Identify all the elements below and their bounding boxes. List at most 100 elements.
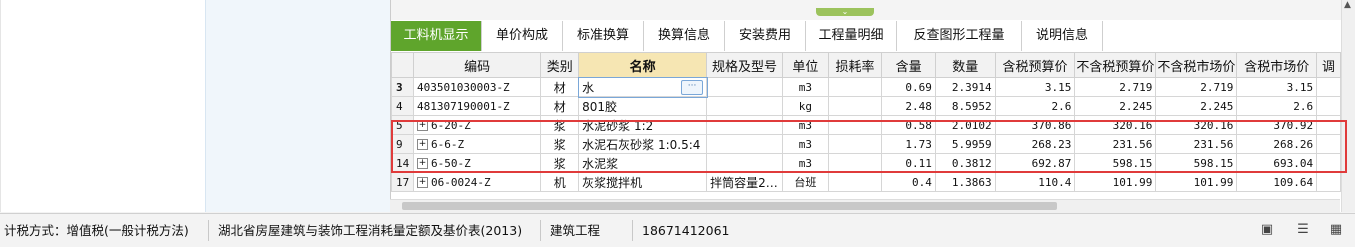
quantity-cell[interactable]: 5.9959 [934,134,996,154]
row-number[interactable]: 3 [391,77,414,97]
spec-cell[interactable]: 拌筒容量2… [706,172,784,192]
code-cell[interactable]: +06-0024-Z [412,172,542,192]
code-cell[interactable]: +6-6-Z [412,134,542,154]
spec-cell[interactable] [706,96,784,116]
loss-cell[interactable] [827,172,883,192]
tax-market-cell[interactable]: 370.92 [1236,115,1318,135]
adjust-cell[interactable] [1316,172,1341,192]
loss-cell[interactable] [827,96,883,116]
loss-cell[interactable] [827,115,883,135]
spec-cell[interactable] [706,115,784,135]
unit-cell[interactable]: m3 [782,115,829,135]
code-cell[interactable]: 403501030003-Z [412,77,542,97]
code-cell[interactable]: 481307190001-Z [412,96,542,116]
tab-description[interactable]: 说明信息 [1022,21,1103,51]
name-cell[interactable]: 水泥浆 [578,153,708,173]
tax-budget-cell[interactable]: 3.15 [994,77,1076,97]
unit-cell[interactable]: 台班 [782,172,829,192]
quantity-cell[interactable]: 2.0102 [934,115,996,135]
notax-budget-cell[interactable]: 320.16 [1074,115,1157,135]
tax-budget-cell[interactable]: 370.86 [994,115,1076,135]
col-tax-budget-header[interactable]: 含税预算价 [994,52,1076,78]
tax-market-cell[interactable]: 3.15 [1236,77,1318,97]
content-cell[interactable]: 0.4 [881,172,936,192]
code-cell[interactable]: +6-50-Z [412,153,542,173]
quantity-cell[interactable]: 1.3863 [934,172,996,192]
unit-cell[interactable]: kg [782,96,829,116]
code-cell[interactable]: +6-20-Z [412,115,542,135]
tax-market-cell[interactable]: 693.04 [1236,153,1318,173]
horizontal-scrollbar[interactable] [390,199,1340,213]
tax-budget-cell[interactable]: 692.87 [994,153,1076,173]
table-row[interactable]: 14 +6-50-Z 浆水泥浆 m3 0.11 0.3812 692.87 598.15 598… [391,153,1341,173]
type-cell[interactable]: 浆 [540,134,580,154]
loss-cell[interactable] [827,77,883,97]
row-number[interactable]: 9 [391,134,414,154]
adjust-cell[interactable] [1316,153,1341,173]
tab-unit-price-composition[interactable]: 单价构成 [482,21,563,51]
tab-reverse-check-quantity[interactable]: 反查图形工程量 [897,21,1022,51]
tax-market-cell[interactable]: 2.6 [1236,96,1318,116]
window-icon[interactable]: ▣ [1260,223,1274,237]
col-notax-budget-header[interactable]: 不含税预算价 [1074,52,1157,78]
tax-budget-cell[interactable]: 110.4 [994,172,1076,192]
spec-cell[interactable] [706,134,784,154]
unit-cell[interactable]: m3 [782,134,829,154]
notax-market-cell[interactable]: 598.15 [1155,153,1238,173]
quantity-cell[interactable]: 0.3812 [934,153,996,173]
unit-cell[interactable]: m3 [782,77,829,97]
spec-cell[interactable] [706,153,784,173]
tab-quantity-detail[interactable]: 工程量明细 [806,21,897,51]
table-row[interactable]: 17 +06-0024-Z 机灰浆搅拌机 拌筒容量2… 台班 0.4 1.3863 110.4… [391,172,1341,192]
name-cell[interactable]: 灰浆搅拌机 [578,172,708,192]
collapse-grip-icon[interactable]: ⌄ [816,8,874,16]
type-cell[interactable]: 浆 [540,153,580,173]
type-cell[interactable]: 机 [540,172,580,192]
vertical-scrollbar[interactable]: ▲ [1341,0,1355,212]
notax-market-cell[interactable]: 231.56 [1155,134,1238,154]
spec-cell[interactable] [706,77,784,97]
col-tax-market-header[interactable]: 含税市场价 [1236,52,1318,78]
name-cell[interactable]: 水泥石灰砂浆 1:0.5:4 [578,134,708,154]
notax-market-cell[interactable]: 101.99 [1155,172,1238,192]
content-cell[interactable]: 0.58 [881,115,936,135]
notax-market-cell[interactable]: 2.245 [1155,96,1238,116]
name-cell[interactable]: 水泥砂浆 1:2 [578,115,708,135]
notax-budget-cell[interactable]: 2.719 [1074,77,1157,97]
tax-budget-cell[interactable]: 268.23 [994,134,1076,154]
notax-budget-cell[interactable]: 598.15 [1074,153,1157,173]
notax-budget-cell[interactable]: 231.56 [1074,134,1157,154]
tax-budget-cell[interactable]: 2.6 [994,96,1076,116]
table-row[interactable]: 3 403501030003-Z 材 ··· 水 m3 0.69 2.3914 3.15 2.71… [391,76,1341,98]
notax-market-cell[interactable]: 2.719 [1155,77,1238,97]
name-cell[interactable]: ··· 水 [577,76,708,98]
list-view-icon[interactable]: ☰ [1296,223,1310,237]
expand-plus-icon[interactable]: + [416,139,428,150]
scroll-up-arrow-icon[interactable]: ▲ [1344,0,1351,10]
row-number[interactable]: 17 [391,172,414,192]
type-cell[interactable]: 浆 [540,115,580,135]
quantity-cell[interactable]: 8.5952 [934,96,996,116]
row-number[interactable]: 14 [391,153,414,173]
col-name-header[interactable]: 名称 [578,52,708,78]
tax-market-cell[interactable]: 268.26 [1236,134,1318,154]
loss-cell[interactable] [827,153,883,173]
tax-market-cell[interactable]: 109.64 [1236,172,1318,192]
col-unit-header[interactable]: 单位 [782,52,829,78]
col-content-header[interactable]: 含量 [881,52,936,78]
grid-view-icon[interactable]: ▦ [1329,223,1343,237]
content-cell[interactable]: 1.73 [881,134,936,154]
col-spec-header[interactable]: 规格及型号 [706,52,784,78]
expand-plus-icon[interactable]: + [416,177,428,188]
table-row[interactable]: 9 +6-6-Z 浆 水泥石灰砂浆 1:0.5:4 m3 1.73 5.9959 268.23… [391,134,1341,154]
adjust-cell[interactable] [1316,134,1341,154]
expand-plus-icon[interactable]: + [416,158,428,169]
content-cell[interactable]: 2.48 [881,96,936,116]
adjust-cell[interactable] [1316,77,1341,97]
quantity-cell[interactable]: 2.3914 [934,77,996,97]
table-row[interactable]: 4 481307190001-Z 材 801胶 kg 2.48 8.5952 2.6 2.245… [391,96,1341,116]
tab-standard-conversion[interactable]: 标准换算 [563,21,644,51]
content-cell[interactable]: 0.69 [881,77,936,97]
adjust-cell[interactable] [1316,115,1341,135]
unit-cell[interactable]: m3 [782,153,829,173]
